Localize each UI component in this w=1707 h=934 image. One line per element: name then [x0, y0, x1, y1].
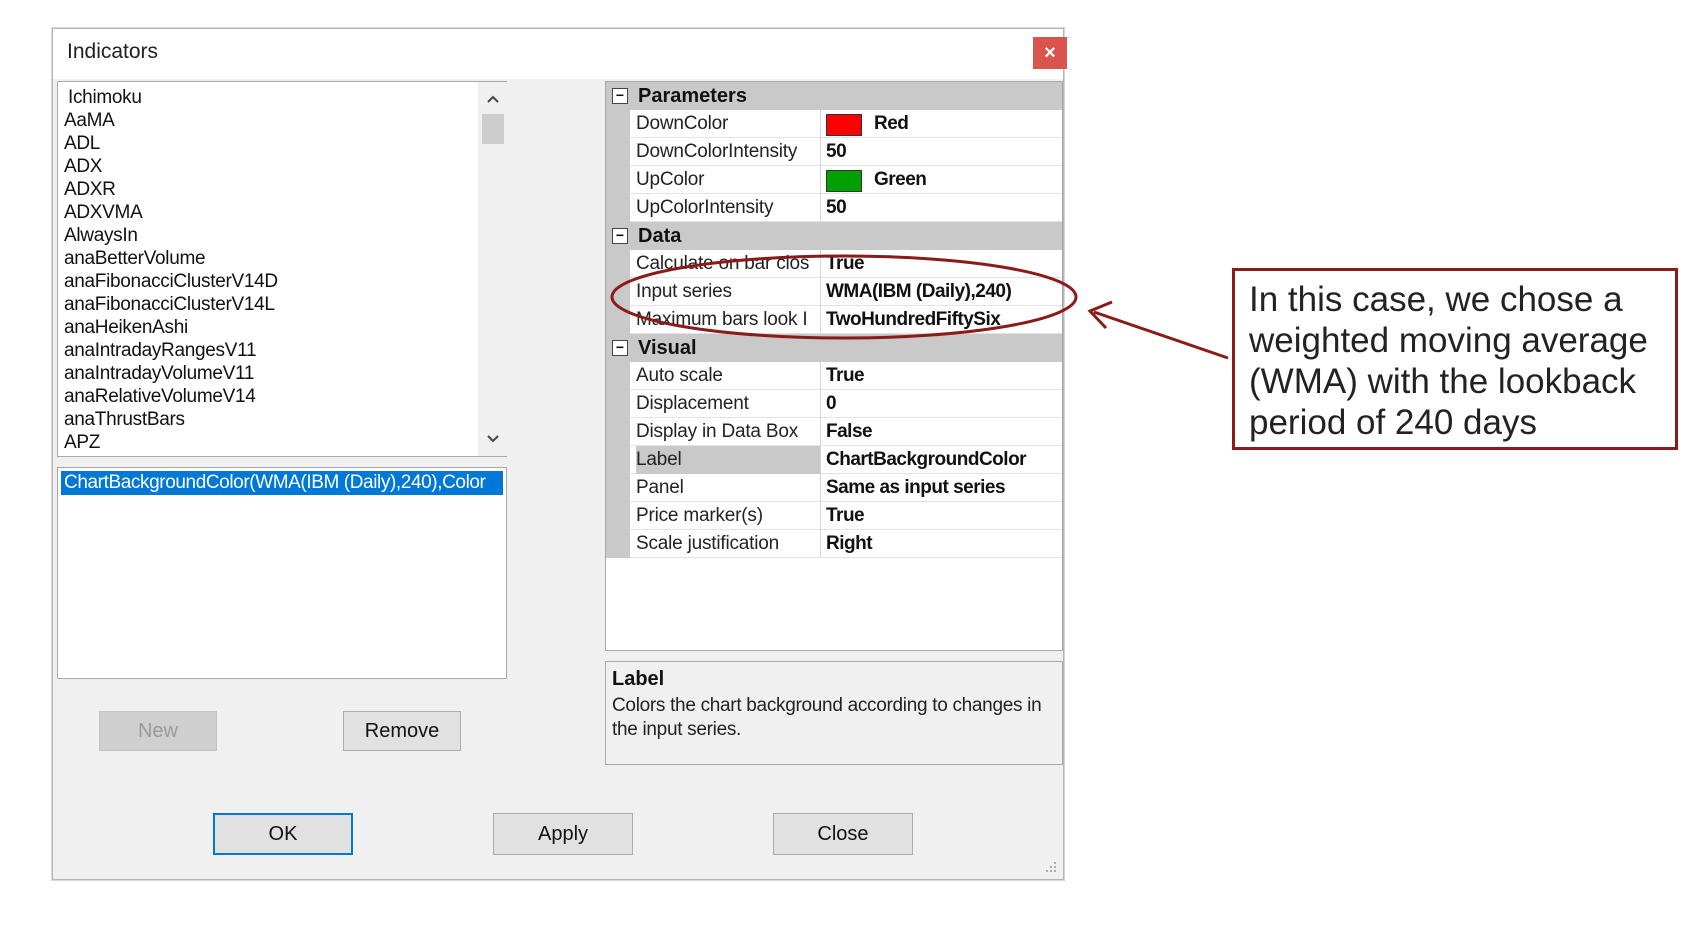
title-bar[interactable]: Indicators — [53, 29, 1063, 79]
property-row-display-in-data-box[interactable]: Display in Data Box False — [606, 418, 1062, 446]
property-name: UpColorIntensity — [636, 194, 821, 222]
category-data[interactable]: − Data — [606, 222, 1062, 250]
chevron-up-icon[interactable] — [478, 86, 507, 110]
collapse-icon[interactable]: − — [612, 88, 628, 104]
property-value[interactable]: True — [826, 362, 1060, 390]
list-item[interactable]: anaFibonacciClusterV14L — [64, 293, 464, 316]
ok-button[interactable]: OK — [213, 813, 353, 855]
property-value[interactable]: TwoHundredFiftySix — [826, 306, 1060, 334]
close-icon[interactable]: × — [1033, 37, 1067, 69]
list-item[interactable]: APZ — [64, 431, 464, 454]
remove-button[interactable]: Remove — [343, 711, 461, 751]
property-name: Auto scale — [636, 362, 821, 390]
property-row-downcolor[interactable]: DownColor Red — [606, 110, 1062, 138]
list-scrollbar[interactable] — [478, 82, 507, 456]
list-item[interactable]: anaIntradayVolumeV11 — [64, 362, 464, 385]
property-value[interactable]: 0 — [826, 390, 1060, 418]
category-label: Parameters — [638, 85, 747, 107]
property-name: DownColorIntensity — [636, 138, 821, 166]
property-name: Displacement — [636, 390, 821, 418]
category-visual[interactable]: − Visual — [606, 334, 1062, 362]
annotation-callout: In this case, we chose a weighted moving… — [1232, 268, 1678, 450]
property-name: Price marker(s) — [636, 502, 821, 530]
list-item[interactable]: Ichimoku — [64, 86, 464, 109]
new-button[interactable]: New — [99, 711, 217, 751]
property-name: Panel — [636, 474, 821, 502]
property-row-upcolor[interactable]: UpColor Green — [606, 166, 1062, 194]
list-item[interactable]: anaRelativeVolumeV14 — [64, 385, 464, 408]
configured-item-selected[interactable]: ChartBackgroundColor(WMA(IBM (Daily),240… — [61, 471, 503, 495]
list-item[interactable]: anaFibonacciClusterV14D — [64, 270, 464, 293]
property-name: Maximum bars look I — [636, 306, 821, 334]
category-parameters[interactable]: − Parameters — [606, 82, 1062, 110]
indicators-dialog: Indicators × Ichimoku AaMA ADL ADX ADXR … — [52, 28, 1067, 880]
list-item[interactable]: ADX — [64, 155, 464, 178]
list-item[interactable]: anaThrustBars — [64, 408, 464, 431]
resize-grip-icon[interactable] — [1043, 859, 1059, 875]
list-item[interactable]: ADL — [64, 132, 464, 155]
category-label: Visual — [638, 337, 697, 359]
indicator-list-items: Ichimoku AaMA ADL ADX ADXR ADXVMA Always… — [64, 86, 464, 454]
color-swatch — [826, 114, 862, 136]
close-button[interactable]: Close — [773, 813, 913, 855]
property-row-calculate-on-bar-close[interactable]: Calculate on bar clos True — [606, 250, 1062, 278]
property-row-panel[interactable]: Panel Same as input series — [606, 474, 1062, 502]
color-name: Red — [874, 113, 909, 134]
property-value[interactable]: True — [826, 502, 1060, 530]
property-name: Input series — [636, 278, 821, 306]
property-grid[interactable]: − Parameters DownColor Red DownColorInte… — [605, 81, 1063, 651]
property-description-panel: Label Colors the chart background accord… — [605, 661, 1063, 765]
scrollbar-thumb[interactable] — [482, 114, 504, 144]
category-label: Data — [638, 225, 682, 247]
property-value[interactable]: Red — [826, 110, 1060, 138]
list-item[interactable]: anaIntradayRangesV11 — [64, 339, 464, 362]
property-row-input-series[interactable]: Input series WMA(IBM (Daily),240) — [606, 278, 1062, 306]
property-row-label[interactable]: Label ChartBackgroundColor — [606, 446, 1062, 474]
indicator-list[interactable]: Ichimoku AaMA ADL ADX ADXR ADXVMA Always… — [57, 81, 507, 457]
property-row-maximum-bars-look-back[interactable]: Maximum bars look I TwoHundredFiftySix — [606, 306, 1062, 334]
property-name: Label — [636, 446, 821, 474]
property-name: DownColor — [636, 110, 821, 138]
chevron-down-icon[interactable] — [478, 426, 507, 450]
property-name: Scale justification — [636, 530, 821, 558]
list-item[interactable]: AlwaysIn — [64, 224, 464, 247]
property-row-upcolorintensity[interactable]: UpColorIntensity 50 — [606, 194, 1062, 222]
collapse-icon[interactable]: − — [612, 340, 628, 356]
configured-indicators-list[interactable]: ChartBackgroundColor(WMA(IBM (Daily),240… — [57, 467, 507, 679]
property-row-displacement[interactable]: Displacement 0 — [606, 390, 1062, 418]
property-value[interactable]: True — [826, 250, 1060, 278]
property-row-scale-justification[interactable]: Scale justification Right — [606, 530, 1062, 558]
apply-button[interactable]: Apply — [493, 813, 633, 855]
property-value[interactable]: WMA(IBM (Daily),240) — [826, 278, 1060, 306]
list-item[interactable]: AaMA — [64, 109, 464, 132]
property-value[interactable]: Right — [826, 530, 1060, 558]
property-row-auto-scale[interactable]: Auto scale True — [606, 362, 1062, 390]
property-value[interactable]: Same as input series — [826, 474, 1060, 502]
description-text: Colors the chart background according to… — [612, 695, 1042, 740]
property-value[interactable]: False — [826, 418, 1060, 446]
property-value[interactable]: ChartBackgroundColor — [826, 446, 1060, 474]
callout-arrowhead — [1087, 300, 1113, 330]
property-name: UpColor — [636, 166, 821, 194]
color-swatch — [826, 170, 862, 192]
list-item[interactable]: ADXR — [64, 178, 464, 201]
property-row-downcolorintensity[interactable]: DownColorIntensity 50 — [606, 138, 1062, 166]
color-name: Green — [874, 169, 927, 190]
collapse-icon[interactable]: − — [612, 228, 628, 244]
description-title: Label — [612, 668, 665, 690]
list-item[interactable]: ADXVMA — [64, 201, 464, 224]
property-name: Display in Data Box — [636, 418, 821, 446]
property-name: Calculate on bar clos — [636, 250, 821, 278]
property-value[interactable]: 50 — [826, 194, 1060, 222]
property-value[interactable]: 50 — [826, 138, 1060, 166]
list-item[interactable]: anaBetterVolume — [64, 247, 464, 270]
dialog-title: Indicators — [67, 40, 159, 63]
property-row-price-markers[interactable]: Price marker(s) True — [606, 502, 1062, 530]
callout-arrow — [1093, 310, 1229, 360]
property-value[interactable]: Green — [826, 166, 1060, 194]
list-item[interactable]: anaHeikenAshi — [64, 316, 464, 339]
